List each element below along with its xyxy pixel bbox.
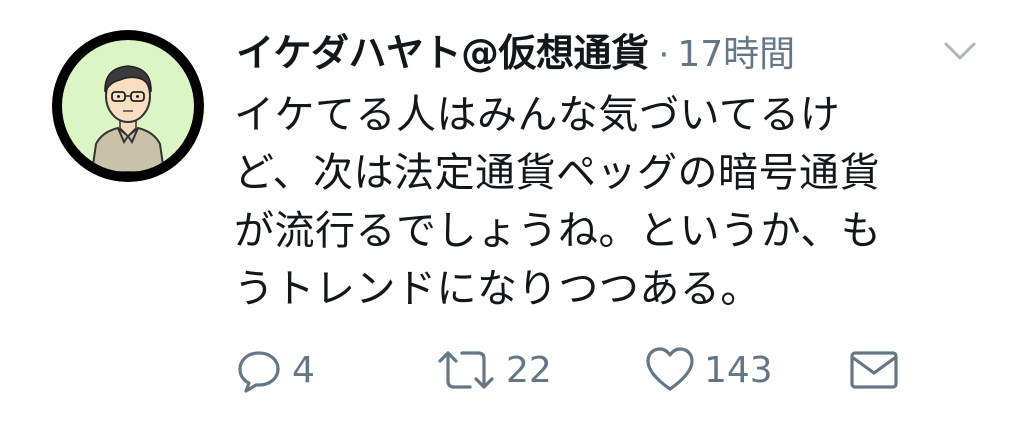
retweet-count: 22 [506, 349, 552, 391]
person-illustration [90, 65, 166, 172]
avatar[interactable] [52, 30, 204, 182]
like-button[interactable]: 143 [644, 340, 773, 400]
timestamp[interactable]: 17時間 [677, 25, 795, 77]
retweet-icon [438, 351, 494, 389]
tweet-header: イケダハヤト@仮想通貨 · 17時間 [236, 22, 795, 82]
reply-button[interactable]: 4 [234, 340, 315, 400]
tweet-actions: 4 22 143 [0, 340, 1024, 400]
reply-count: 4 [292, 349, 315, 391]
chevron-down-icon[interactable] [940, 36, 980, 66]
retweet-button[interactable]: 22 [434, 340, 552, 400]
heart-icon [646, 347, 694, 391]
reply-icon [238, 351, 280, 393]
display-name[interactable]: イケダハヤト@仮想通貨 [236, 22, 649, 77]
avatar-image [62, 40, 194, 172]
envelope-icon [850, 351, 898, 389]
direct-message-button[interactable] [848, 340, 900, 400]
like-count: 143 [704, 349, 773, 391]
separator-dot: · [658, 35, 670, 75]
tweet-text: イケてる人はみんな気づいてるけ ど、次は法定通貨ペッグの暗号通貨 が流行るでしょ… [234, 92, 882, 312]
tweet-card[interactable]: イケダハヤト@仮想通貨 · 17時間 イケてる人はみんな気づいてるけ ど、次は法… [0, 0, 1024, 424]
